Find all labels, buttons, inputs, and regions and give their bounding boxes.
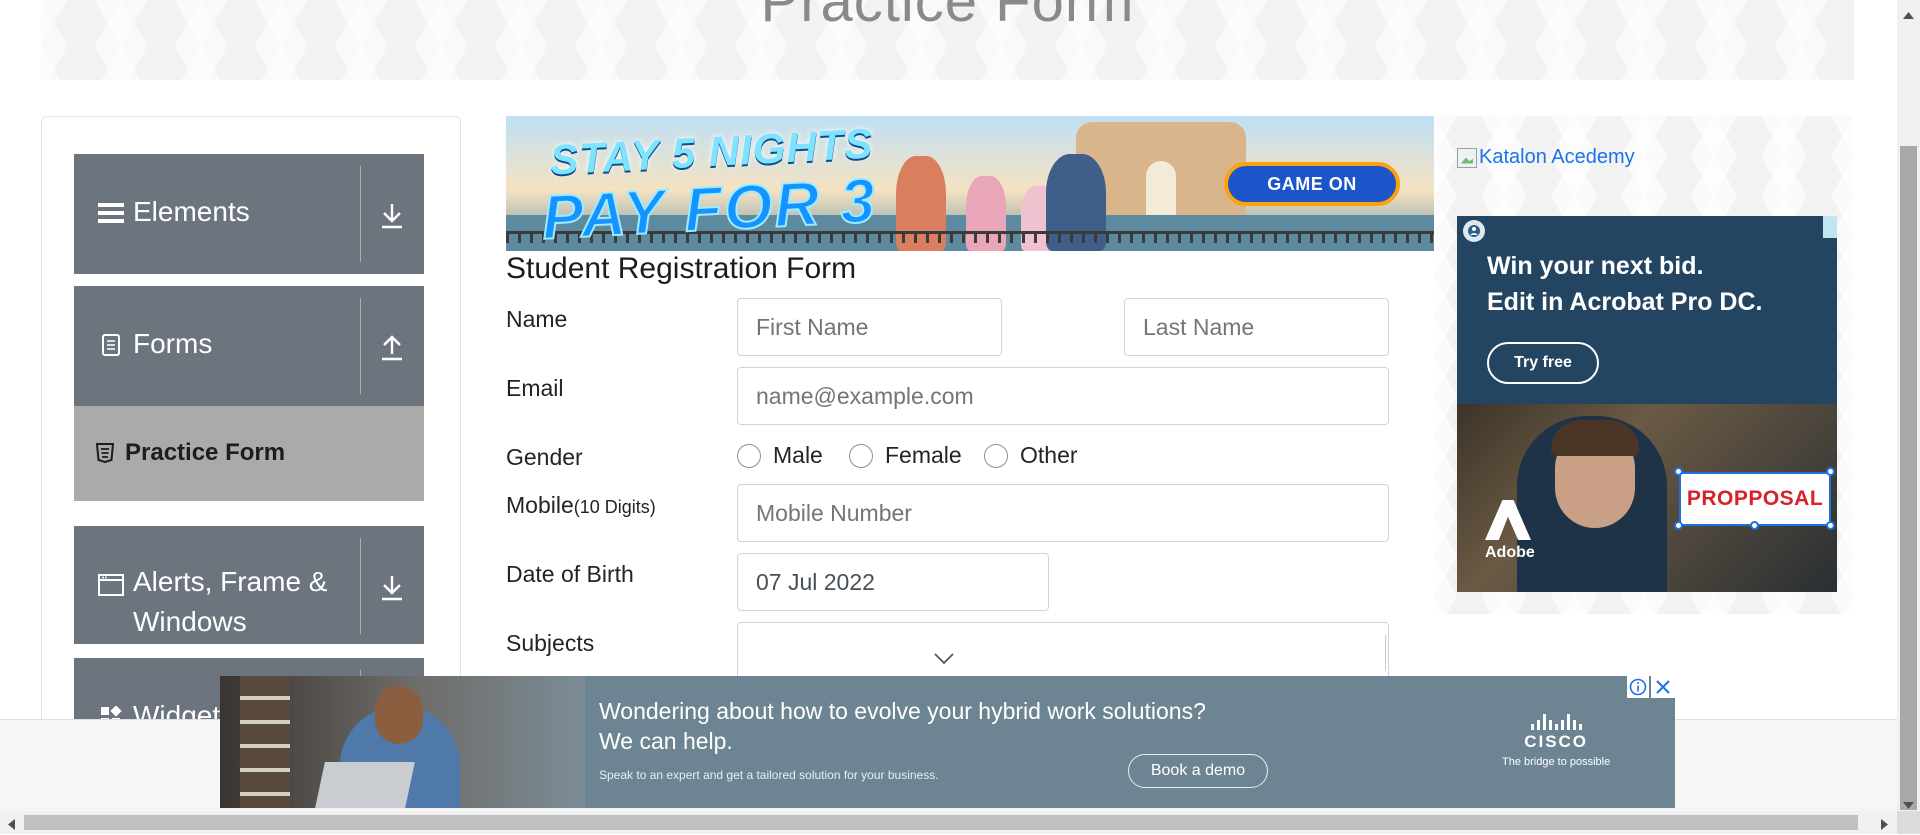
email-label: Email xyxy=(506,375,564,401)
dob-label: Date of Birth xyxy=(506,561,634,587)
browser-viewport: Practice Form Elements Forms Practice Fo… xyxy=(0,0,1897,811)
sidebar-item-practice-form[interactable]: Practice Form xyxy=(74,406,424,501)
bookshelf-graphic xyxy=(240,676,290,808)
page-title: Practice Form xyxy=(760,0,1135,34)
book-a-demo-button[interactable]: Book a demo xyxy=(1128,754,1268,788)
radio-label: Female xyxy=(885,442,962,468)
mobile-label: Mobile(10 Digits) xyxy=(506,492,656,519)
document-icon xyxy=(98,332,124,358)
window-icon xyxy=(98,572,124,598)
download-arrow-icon[interactable] xyxy=(374,198,410,234)
name-label: Name xyxy=(506,306,568,332)
sidebar-group-elements[interactable]: Elements xyxy=(74,154,424,274)
adobe-logo: Adobe xyxy=(1485,500,1535,562)
ad-headline: Wondering about how to evolve your hybri… xyxy=(599,698,1206,724)
sidebar-group-forms[interactable]: Forms xyxy=(74,286,424,406)
ad-close-strip[interactable] xyxy=(1823,216,1837,238)
katalon-alt-text: Katalon Acedemy xyxy=(1479,146,1635,168)
cisco-tagline: The bridge to possible xyxy=(1502,756,1611,768)
divider xyxy=(360,538,361,634)
horizontal-scrollbar[interactable] xyxy=(0,811,1897,834)
ad-head-graphic xyxy=(375,686,423,744)
radio-circle[interactable] xyxy=(849,443,873,468)
broken-image-icon xyxy=(1457,147,1477,168)
page-header-banner: Practice Form xyxy=(41,0,1854,80)
horizontal-scroll-thumb[interactable] xyxy=(24,815,1858,830)
try-free-button[interactable]: Try free xyxy=(1487,342,1599,384)
radio-label: Other xyxy=(1020,442,1078,468)
radio-circle[interactable] xyxy=(984,443,1008,468)
adobe-logo-word: Adobe xyxy=(1485,544,1535,561)
ad-headline: We can help. xyxy=(599,728,733,754)
email-input[interactable] xyxy=(737,367,1389,425)
selection-handle xyxy=(1674,467,1683,476)
ad-subtext: Speak to an expert and get a tailored so… xyxy=(599,768,939,782)
sidebar-group-alerts[interactable]: Alerts, Frame & Windows xyxy=(74,526,424,644)
gender-radio-female[interactable]: Female xyxy=(849,442,962,469)
last-name-input[interactable] xyxy=(1124,298,1389,356)
top-ad-banner[interactable]: STAY 5 NIGHTS PAY FOR 3 GAME ON xyxy=(506,116,1434,251)
ad-hair-graphic xyxy=(1551,420,1639,456)
radio-circle[interactable] xyxy=(737,443,761,468)
sidebar-item-label: Practice Form xyxy=(125,439,286,466)
bottom-ad-banner[interactable]: Wondering about how to evolve your hybri… xyxy=(220,676,1675,808)
cisco-brand: CISCO xyxy=(1524,732,1589,751)
scrollbar-corner xyxy=(1897,811,1920,834)
selection-handle xyxy=(1826,467,1835,476)
gender-radio-male[interactable]: Male xyxy=(737,442,823,469)
gender-radio-other[interactable]: Other xyxy=(984,442,1078,469)
close-icon[interactable] xyxy=(1651,676,1675,698)
cisco-logo: CISCO The bridge to possible xyxy=(1502,714,1610,768)
katalon-academy-link[interactable]: Katalon Acedemy xyxy=(1457,146,1635,169)
ad-cta-button[interactable]: GAME ON xyxy=(1224,162,1400,206)
form-title: Student Registration Form xyxy=(506,252,857,285)
first-name-input[interactable] xyxy=(737,298,1002,356)
sidebar-group-label: Alerts, Frame & Windows xyxy=(133,566,328,637)
gender-label: Gender xyxy=(506,444,583,470)
adchoices-icon[interactable] xyxy=(1463,220,1485,242)
html5-icon xyxy=(95,443,115,468)
scroll-right-arrow-icon[interactable] xyxy=(1881,817,1888,835)
scroll-left-arrow-icon[interactable] xyxy=(8,817,15,835)
ad-headline: Win your next bid. Edit in Acrobat Pro D… xyxy=(1487,252,1763,316)
laptop-graphic xyxy=(315,762,415,808)
adobe-logo-icon xyxy=(1485,500,1531,540)
sidebar-group-label: Elements xyxy=(133,196,250,227)
selection-handle xyxy=(1750,521,1759,530)
selection-handle xyxy=(1826,521,1835,530)
download-arrow-icon[interactable] xyxy=(374,570,410,606)
scroll-up-arrow-icon[interactable] xyxy=(1903,6,1914,24)
subjects-input[interactable] xyxy=(737,622,1389,682)
chevron-down-icon[interactable] xyxy=(933,652,955,671)
mobile-label-text: Mobile xyxy=(506,492,574,518)
radio-label: Male xyxy=(773,442,823,468)
upload-arrow-icon[interactable] xyxy=(374,330,410,366)
mobile-input[interactable] xyxy=(737,484,1389,542)
adchoices-info-icon[interactable] xyxy=(1627,676,1649,698)
subjects-label: Subjects xyxy=(506,630,595,656)
mobile-hint: (10 Digits) xyxy=(573,497,656,517)
divider xyxy=(360,166,361,262)
cisco-bars-icon xyxy=(1530,714,1582,730)
date-of-birth-input[interactable] xyxy=(737,553,1049,611)
hamburger-icon xyxy=(98,200,124,226)
sidebar-group-label: Forms xyxy=(133,328,213,359)
hotel-arch-graphic xyxy=(1146,161,1176,216)
divider xyxy=(360,298,361,394)
adobe-ad[interactable]: Win your next bid. Edit in Acrobat Pro D… xyxy=(1457,216,1837,592)
selection-handle xyxy=(1674,521,1683,530)
divider xyxy=(1385,635,1386,671)
vertical-scrollbar[interactable] xyxy=(1897,0,1920,811)
proposal-text-box: PROPPOSAL xyxy=(1679,472,1831,526)
vertical-scroll-thumb[interactable] xyxy=(1900,146,1917,810)
